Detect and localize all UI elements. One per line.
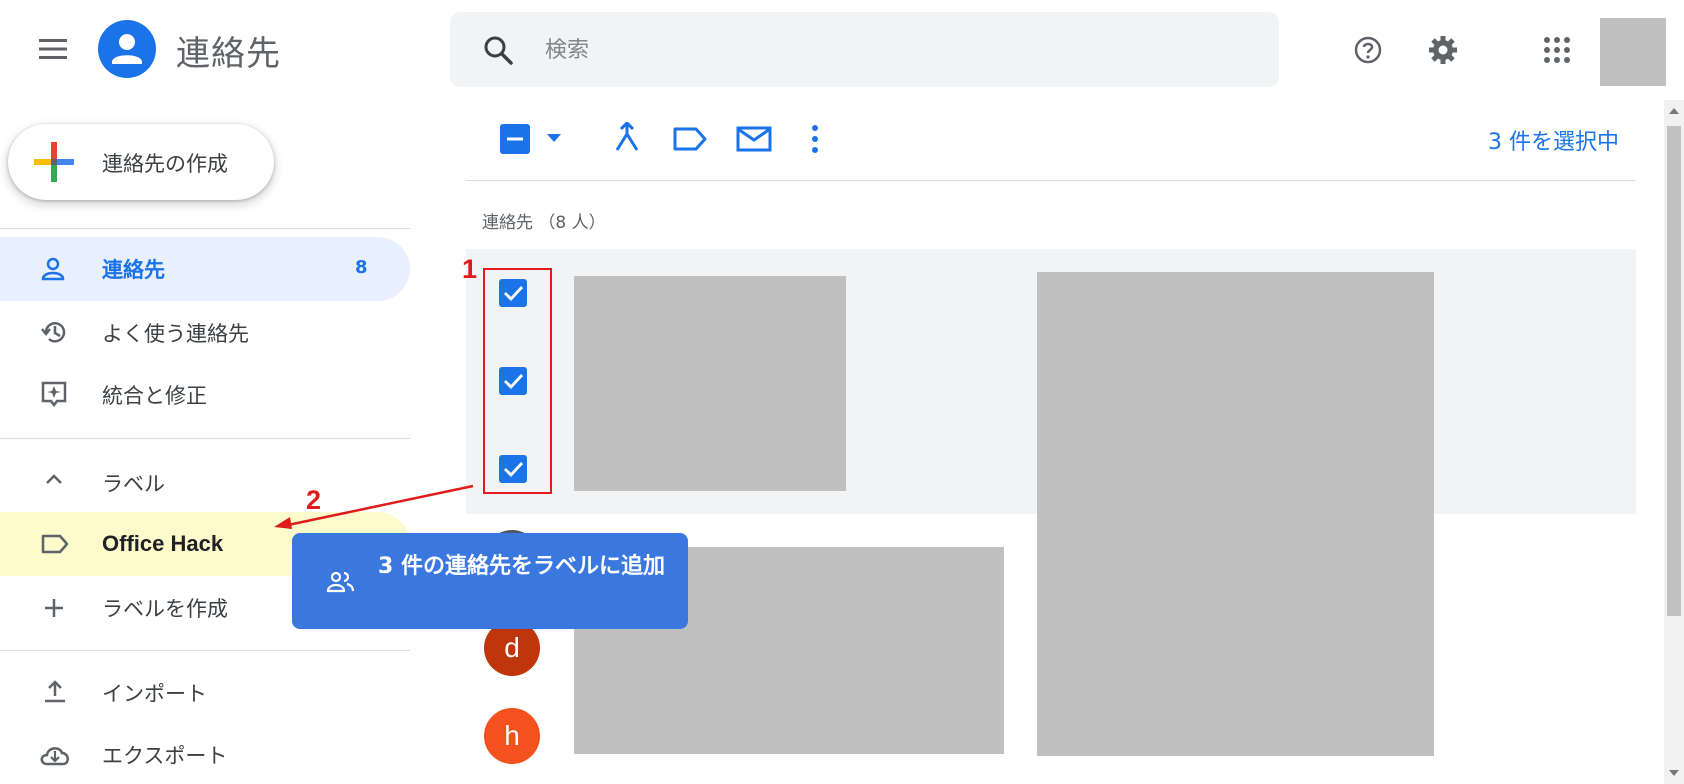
more-vert-icon <box>812 125 818 153</box>
sidebar-item-office-hack-label: Office Hack <box>102 531 224 556</box>
contact-avatar: h <box>484 708 540 764</box>
avatar-letter: d <box>504 632 520 663</box>
sidebar-item-merge-fix-label: 統合と修正 <box>102 384 207 408</box>
select-dropdown-arrow[interactable] <box>546 132 562 144</box>
help-icon <box>1354 36 1382 64</box>
hamburger-menu-icon <box>39 39 67 59</box>
plus-icon <box>42 596 66 620</box>
redacted-contact-details <box>1037 272 1434 756</box>
manage-labels-button[interactable] <box>672 126 708 152</box>
scroll-down-arrow[interactable] <box>1667 766 1681 780</box>
apps-grid-icon <box>1544 37 1570 63</box>
select-all-checkbox[interactable] <box>500 124 530 154</box>
minus-icon <box>507 137 523 141</box>
plus-multicolor-icon <box>34 142 74 182</box>
search-icon[interactable] <box>482 34 514 66</box>
more-actions-button[interactable] <box>808 124 822 154</box>
history-icon <box>40 318 68 346</box>
scrollbar-thumb[interactable] <box>1667 126 1681 616</box>
sidebar-item-contacts-label: 連絡先 <box>102 258 165 282</box>
sidebar-item-import-label: インポート <box>102 682 207 706</box>
label-tag-icon <box>673 127 707 151</box>
chevron-up-icon <box>44 472 64 486</box>
scroll-up-arrow[interactable] <box>1667 104 1681 118</box>
people-icon <box>326 570 356 594</box>
merge-button[interactable] <box>612 122 642 154</box>
merge-fix-icon <box>40 380 68 408</box>
upload-icon <box>42 678 68 704</box>
sidebar-item-create-label-text: ラベルを作成 <box>102 597 228 621</box>
search-input[interactable]: 検索 <box>545 32 589 64</box>
annotation-arrow <box>270 480 480 530</box>
account-avatar[interactable] <box>1600 18 1666 86</box>
sidebar-item-frequent-label: よく使う連絡先 <box>102 322 249 346</box>
sidebar-divider <box>0 438 410 439</box>
redacted-contact-names <box>574 276 846 491</box>
annotation-step-1: 1 <box>462 254 478 284</box>
annotation-box <box>483 268 552 494</box>
avatar-letter: h <box>504 720 520 751</box>
app-title: 連絡先 <box>176 34 281 74</box>
help-button[interactable] <box>1352 34 1384 66</box>
send-email-button[interactable] <box>736 126 772 152</box>
caret-down-icon <box>547 134 561 142</box>
cloud-download-icon <box>38 742 72 768</box>
person-icon <box>40 256 66 282</box>
gear-icon <box>1429 36 1457 64</box>
toolbar-divider <box>466 180 1636 181</box>
settings-button[interactable] <box>1427 34 1459 66</box>
selection-count: 3 件を選択中 <box>1488 130 1619 155</box>
apps-button[interactable] <box>1543 36 1571 64</box>
contacts-count-badge: 8 <box>355 257 368 278</box>
sidebar-item-export-label: エクスポート <box>102 744 228 768</box>
merge-icon <box>615 122 639 151</box>
label-tag-icon <box>40 533 70 555</box>
main-menu-button[interactable] <box>36 34 70 64</box>
create-contact-label: 連絡先の作成 <box>102 152 228 176</box>
tooltip-text: 3 件の連絡先をラベルに追加 <box>378 554 665 579</box>
contacts-logo-icon <box>98 20 156 78</box>
sidebar-divider <box>0 650 410 651</box>
sidebar-divider <box>0 228 410 229</box>
contacts-section-header: 連絡先 （8 人） <box>482 213 606 233</box>
labels-header: ラベル <box>102 472 165 496</box>
mail-icon <box>736 126 772 152</box>
